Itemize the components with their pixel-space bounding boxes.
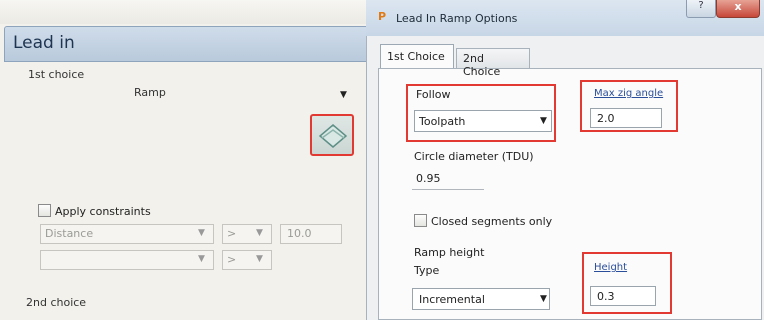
height-input[interactable]: 0.3 <box>590 286 656 306</box>
chevron-down-icon[interactable]: ▼ <box>198 254 205 264</box>
constraint-type-select-2[interactable] <box>40 250 214 270</box>
circle-diameter-label: Circle diameter (TDU) <box>414 150 534 163</box>
constraint-operator-select-1[interactable]: > <box>222 224 272 244</box>
chevron-down-icon[interactable]: ▼ <box>198 228 205 238</box>
app-logo-icon: P <box>378 10 387 23</box>
chevron-down-icon[interactable]: ▼ <box>540 294 547 304</box>
second-choice-label: 2nd choice <box>26 296 87 309</box>
max-zig-angle-input[interactable]: 2.0 <box>590 108 662 128</box>
ramp-options-button[interactable] <box>310 114 354 156</box>
first-choice-value: Ramp <box>134 86 166 99</box>
chevron-down-icon[interactable]: ▼ <box>540 116 547 126</box>
tab-2nd-choice[interactable]: 2nd Choice <box>456 48 530 78</box>
ramp-height-type-select[interactable]: Incremental <box>412 288 550 310</box>
chevron-down-icon[interactable]: ▼ <box>340 90 347 100</box>
constraint-operator-select-2[interactable]: > <box>222 250 272 270</box>
chevron-down-icon[interactable]: ▼ <box>256 254 263 264</box>
ramp-diamond-icon <box>318 124 348 148</box>
constraint-type-select-1[interactable]: Distance <box>40 224 214 244</box>
circle-diameter-input[interactable]: 0.95 <box>412 168 484 190</box>
ramp-height-type-label: Type <box>414 264 440 277</box>
closed-segments-checkbox[interactable] <box>414 214 427 227</box>
first-choice-label: 1st choice <box>28 68 85 81</box>
constraint-value-input-1[interactable]: 10.0 <box>280 224 342 244</box>
follow-label: Follow <box>416 88 451 101</box>
first-choice-select[interactable] <box>24 86 354 106</box>
height-link[interactable]: Height <box>594 262 627 273</box>
panel-top-strip <box>0 0 372 24</box>
apply-constraints-label: Apply constraints <box>55 205 151 218</box>
closed-segments-row[interactable]: Closed segments only <box>414 214 552 228</box>
lead-in-header: Lead in <box>4 26 368 62</box>
tab-1st-choice[interactable]: 1st Choice <box>380 44 454 68</box>
follow-select[interactable]: Toolpath <box>414 110 552 132</box>
max-zig-angle-link[interactable]: Max zig angle <box>594 88 663 99</box>
apply-constraints-checkbox[interactable] <box>38 204 51 217</box>
chevron-down-icon[interactable]: ▼ <box>256 228 263 238</box>
apply-constraints-row[interactable]: Apply constraints <box>38 204 151 218</box>
ramp-height-section-label: Ramp height <box>414 246 485 259</box>
dialog-title: Lead In Ramp Options <box>396 12 518 25</box>
closed-segments-label: Closed segments only <box>431 215 553 228</box>
close-button[interactable]: x <box>716 0 760 18</box>
help-button[interactable]: ? <box>686 0 716 18</box>
